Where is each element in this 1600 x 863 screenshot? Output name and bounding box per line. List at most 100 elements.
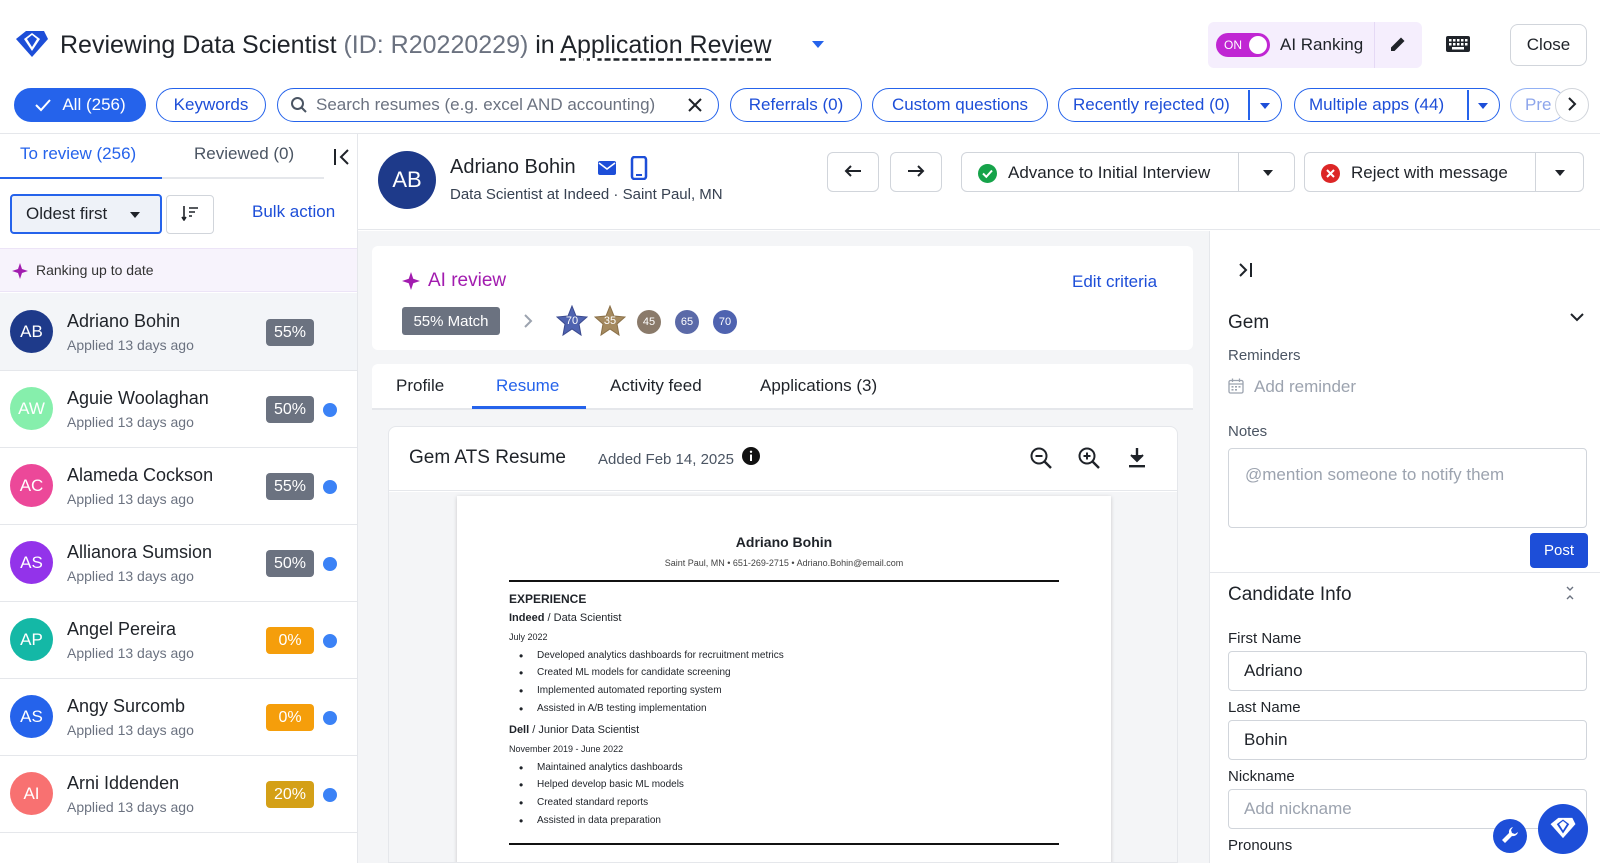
pencil-icon: [1391, 37, 1405, 51]
candidate-row[interactable]: AW Aguie Woolaghan Applied 13 days ago 50%: [0, 370, 357, 448]
resume-job-date: November 2019 - June 2022: [509, 744, 624, 754]
tab-reviewed[interactable]: Reviewed (0): [194, 144, 294, 164]
tab-applications[interactable]: Applications (3): [760, 376, 877, 396]
resume-bullet: Created standard reports: [519, 796, 648, 810]
chevron-down-icon[interactable]: [1478, 103, 1488, 109]
chevron-right-icon[interactable]: [520, 313, 536, 329]
candidate-row[interactable]: AS Allianora Sumsion Applied 13 days ago 50…: [0, 524, 357, 602]
phone-icon[interactable]: [630, 156, 648, 180]
tab-resume[interactable]: Resume: [496, 376, 559, 396]
stage-chevron-down-icon[interactable]: [812, 41, 824, 48]
reject-button[interactable]: Reject with message: [1304, 152, 1584, 192]
candidate-applied: Applied 13 days ago: [67, 799, 194, 815]
section-divider: [1210, 572, 1600, 573]
filter-all-chip[interactable]: All (256): [14, 88, 146, 122]
avatar: AW: [10, 387, 53, 430]
ai-ranking-toggle[interactable]: ON: [1216, 33, 1270, 57]
filters-scroll-right-button[interactable]: [1555, 88, 1589, 122]
tab-profile[interactable]: Profile: [396, 376, 444, 396]
info-icon[interactable]: [741, 446, 761, 466]
clear-search-icon[interactable]: [688, 98, 702, 112]
score-badge: 50%: [266, 550, 314, 577]
candidate-row[interactable]: AS Angy Surcomb Applied 13 days ago 0%: [0, 678, 357, 756]
resume-job-title: / Junior Data Scientist: [529, 724, 640, 736]
add-reminder-button[interactable]: Add reminder: [1254, 377, 1356, 397]
toggle-state: ON: [1224, 38, 1242, 52]
gem-assistant-button[interactable]: [1538, 804, 1588, 854]
nickname-field[interactable]: [1228, 789, 1587, 829]
sparkle-icon: [402, 272, 420, 290]
tabs-underline: [0, 177, 324, 179]
zoom-out-icon[interactable]: [1027, 444, 1055, 472]
email-icon[interactable]: [596, 157, 618, 179]
resume-card-header: Gem ATS Resume Added Feb 14, 2025: [389, 427, 1177, 491]
advance-button[interactable]: Advance to Initial Interview: [961, 152, 1295, 192]
candidate-applied: Applied 13 days ago: [67, 491, 194, 507]
gem-logo-icon: [1550, 817, 1576, 838]
reject-chevron-down-icon[interactable]: [1555, 170, 1565, 176]
resume-job-date: July 2022: [509, 632, 548, 642]
next-candidate-button[interactable]: [890, 152, 942, 192]
stage-selector[interactable]: Application Review: [560, 31, 771, 59]
gem-section-title: Gem: [1228, 312, 1270, 333]
collapse-left-icon[interactable]: [332, 146, 354, 168]
title-prefix: Reviewing Data Scientist: [60, 31, 337, 59]
first-name-label: First Name: [1228, 630, 1302, 647]
filter-referrals-chip[interactable]: Referrals (0): [730, 88, 862, 122]
edit-ai-ranking-button[interactable]: [1382, 30, 1414, 60]
candidate-avatar: AB: [378, 151, 436, 209]
resume-search-input[interactable]: [316, 93, 676, 117]
keyboard-shortcuts-button[interactable]: [1440, 30, 1476, 60]
candidate-header: AB Adriano Bohin Data Scientist at Indee…: [358, 134, 1600, 230]
resume-bullet: Implemented automated reporting system: [519, 684, 722, 698]
resume-viewer[interactable]: Adriano Bohin Saint Paul, MN • 651-269-2…: [389, 492, 1177, 862]
previous-candidate-button[interactable]: [827, 152, 879, 192]
tab-activity-feed[interactable]: Activity feed: [610, 376, 702, 396]
candidate-name: Alameda Cockson: [67, 465, 214, 485]
chevron-down-icon[interactable]: [1260, 103, 1270, 109]
zoom-in-icon[interactable]: [1075, 444, 1103, 472]
candidate-name: Angy Surcomb: [67, 696, 186, 716]
collapse-right-icon[interactable]: [1236, 260, 1256, 280]
filter-keywords-chip[interactable]: Keywords: [156, 88, 266, 122]
close-button[interactable]: Close: [1510, 24, 1587, 66]
unread-indicator: [323, 788, 337, 802]
resume-page: Adriano Bohin Saint Paul, MN • 651-269-2…: [457, 496, 1111, 862]
resume-job-company: Dell: [509, 724, 530, 736]
tab-selected-indicator: [0, 177, 162, 179]
post-note-button[interactable]: Post: [1530, 533, 1588, 568]
sort-direction-button[interactable]: [166, 195, 214, 234]
chevron-down-icon[interactable]: [1568, 308, 1586, 326]
match-badge: 55% Match: [402, 307, 500, 335]
notes-input[interactable]: [1228, 448, 1587, 528]
candidate-row[interactable]: AC Alameda Cockson Applied 13 days ago 55%: [0, 447, 357, 525]
candidate-row[interactable]: AI Arni Iddenden Applied 13 days ago 20%: [0, 755, 357, 833]
collapse-section-icon[interactable]: [1563, 586, 1577, 600]
score-badge: 0%: [266, 627, 314, 654]
bulk-action-button[interactable]: Bulk action: [252, 202, 335, 222]
button-split: [1535, 153, 1536, 191]
criteria-score: 35: [603, 315, 617, 327]
resume-rule: [509, 843, 1059, 845]
candidate-row[interactable]: AB Adriano Bohin Applied 13 days ago 55%: [0, 293, 357, 371]
filter-multiple-apps-chip[interactable]: Multiple apps (44): [1294, 88, 1500, 122]
tab-to-review[interactable]: To review (256): [20, 144, 136, 164]
unread-indicator: [323, 634, 337, 648]
unread-indicator: [323, 403, 337, 417]
tools-button[interactable]: [1493, 819, 1527, 853]
last-name-label: Last Name: [1228, 699, 1301, 716]
advance-button-label: Advance to Initial Interview: [1008, 163, 1211, 182]
filter-custom-questions-chip[interactable]: Custom questions: [872, 88, 1048, 122]
download-icon[interactable]: [1123, 444, 1151, 472]
last-name-field[interactable]: [1228, 720, 1587, 760]
edit-criteria-link[interactable]: Edit criteria: [1072, 272, 1157, 292]
score-badge: 55%: [266, 473, 314, 500]
candidate-applied: Applied 13 days ago: [67, 722, 194, 738]
avatar: AB: [10, 310, 53, 353]
sort-select[interactable]: Oldest first: [10, 194, 162, 234]
candidate-row[interactable]: AP Angel Pereira Applied 13 days ago 0%: [0, 601, 357, 679]
first-name-field[interactable]: [1228, 651, 1587, 691]
title-in: in: [535, 31, 555, 59]
filter-multiple-apps-label: Multiple apps (44): [1309, 95, 1445, 114]
advance-chevron-down-icon[interactable]: [1263, 170, 1273, 176]
